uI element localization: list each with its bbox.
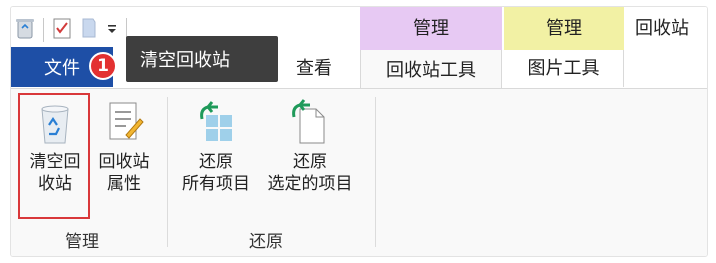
quick-access-toolbar [15,13,127,47]
group-label-restore: 还原 [249,232,283,252]
tab-recycle-bin-tools[interactable]: 回收站工具 [360,47,502,89]
restore-all-label-1: 还原 [199,152,233,172]
context-strip-picture [504,47,624,50]
folder-icon[interactable] [80,16,98,44]
restore-all-label-2: 所有项目 [182,174,250,194]
recycle-bin-properties-label-1: 回收站 [98,152,150,172]
recycle-bin-properties-button[interactable]: 回收站 属性 [91,99,157,195]
restore-selected-items-button[interactable]: 还原 选定的项目 [261,99,359,195]
context-strip-recycle [360,47,502,50]
restore-selected-icon [288,99,332,145]
recycle-bin-properties-label-2: 属性 [107,174,141,194]
context-tab-manage-recycle: 管理 [360,7,502,47]
tab-picture-tools[interactable]: 图片工具 [504,47,624,87]
tooltip: 清空回收站 [126,36,278,82]
ribbon-panel: 清空回 收站 回收站 属性 管理 还原 所有项目 还原 选定的项目 还原 [11,88,707,256]
explorer-window: 管理 管理 回收站 文件 主页 共享 查看 回收站工具 图片工具 清空回 收站 [10,6,708,257]
qat-separator [43,18,44,42]
group-label-manage: 管理 [65,232,99,252]
restore-all-items-button[interactable]: 还原 所有项目 [173,99,259,195]
context-tab-manage-picture: 管理 [504,7,624,47]
dropdown-arrow-icon[interactable] [106,16,118,44]
restore-selected-label-2: 选定的项目 [267,174,353,194]
properties-document-icon [102,99,146,145]
checkbox-properties-icon[interactable] [52,16,72,44]
window-title: 回收站 [635,18,689,39]
restore-selected-label-1: 还原 [293,152,327,172]
group-separator [167,97,168,247]
highlight-box [18,93,90,219]
tab-view[interactable]: 查看 [281,47,347,87]
recycle-bin-icon [15,16,35,44]
step-badge: 1 [89,52,117,80]
tooltip-text: 清空回收站 [140,50,230,71]
restore-all-icon [194,99,238,145]
group-separator [375,97,376,247]
